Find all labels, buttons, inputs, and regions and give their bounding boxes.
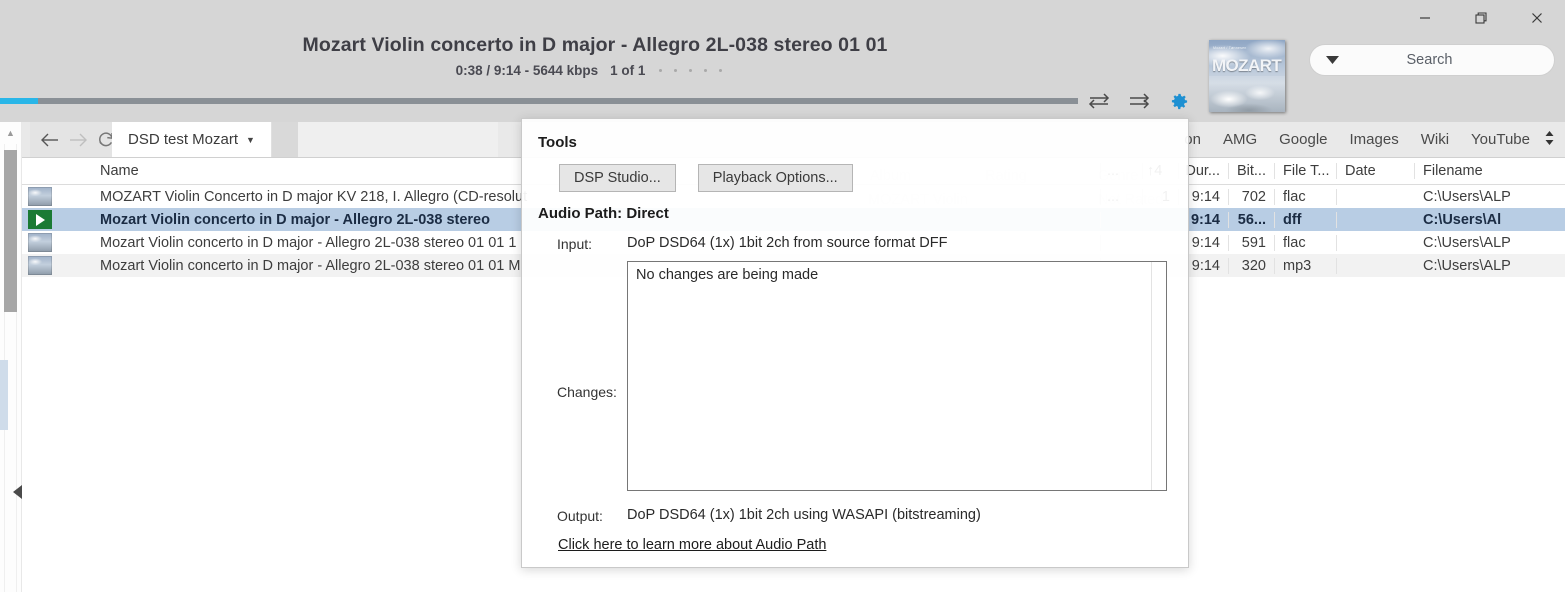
nav-link-wiki[interactable]: Wiki	[1421, 131, 1449, 148]
restore-icon	[1475, 12, 1487, 24]
column-header-filetype[interactable]: File T...	[1275, 163, 1337, 179]
playback-time: 0:38 / 9:14 - 5644 kbps	[455, 63, 599, 78]
row-thumbnail	[22, 187, 56, 206]
tab-strip: DSD test Mozart ▼	[112, 122, 498, 157]
row-filename: C:\Users\ALP	[1423, 257, 1511, 274]
tab-gap	[271, 122, 298, 157]
now-playing-header: Mozart Violin concerto in D major - Alle…	[0, 34, 1190, 78]
playback-options-button[interactable]: Playback Options...	[697, 164, 853, 192]
tools-dialog: Tools DSP Studio... Playback Options... …	[521, 118, 1189, 568]
album-thumbnail-icon	[28, 256, 52, 275]
shuffle-icon[interactable]	[1086, 90, 1112, 112]
row-filetype: flac	[1275, 188, 1337, 205]
search-input[interactable]: Search	[1339, 52, 1520, 68]
output-value: DoP DSD64 (1x) 1bit 2ch using WASAPI (bi…	[627, 507, 981, 523]
nav-link-images[interactable]: Images	[1350, 131, 1399, 148]
dsp-studio-button[interactable]: DSP Studio...	[559, 164, 676, 192]
gear-icon[interactable]	[1166, 90, 1192, 112]
row-filetype: mp3	[1275, 257, 1337, 274]
minimize-button[interactable]	[1397, 0, 1453, 36]
album-art-credit: Mozart / Tønnesen	[1213, 46, 1247, 50]
column-header-date[interactable]: Date	[1337, 163, 1415, 179]
tab-empty-area	[297, 122, 498, 157]
seek-bar[interactable]	[0, 98, 1078, 104]
changes-textarea[interactable]: No changes are being made	[627, 261, 1167, 491]
row-filename: C:\Users\ALP	[1423, 234, 1511, 251]
row-bitrate: 320	[1229, 257, 1275, 274]
scrollbar-thumb[interactable]	[4, 150, 17, 312]
input-value: DoP DSD64 (1x) 1bit 2ch from source form…	[627, 235, 948, 251]
audio-path-heading: Audio Path: Direct	[538, 205, 669, 222]
transport-controls	[1086, 90, 1192, 112]
row-thumbnail	[22, 256, 56, 275]
output-label: Output:	[557, 508, 603, 524]
album-thumbnail-icon	[28, 233, 52, 252]
chevron-down-icon[interactable]	[1326, 51, 1339, 69]
close-button[interactable]	[1509, 0, 1565, 36]
search-box[interactable]: Search	[1309, 44, 1555, 76]
column-header-bitrate[interactable]: Bit...	[1229, 163, 1275, 179]
nav-link-youtube[interactable]: YouTube	[1471, 131, 1530, 148]
now-playing-indicator-icon	[28, 210, 52, 229]
changes-label: Changes:	[557, 384, 617, 400]
row-thumbnail	[22, 233, 56, 252]
row-bitrate: 56...	[1229, 211, 1275, 228]
input-label: Input:	[557, 236, 593, 252]
nav-link-amg[interactable]: AMG	[1223, 131, 1257, 148]
tab-dsd-test-mozart[interactable]: DSD test Mozart ▼	[112, 122, 272, 157]
left-accent-band	[0, 360, 8, 430]
minimize-icon	[1420, 17, 1430, 19]
media-player-window: Mozart Violin concerto in D major - Alle…	[0, 0, 1565, 592]
seek-bar-fill	[0, 98, 38, 104]
scroll-up-icon[interactable]: ▲	[6, 128, 15, 138]
row-thumbnail	[22, 210, 56, 229]
nav-links: on AMG Google Images Wiki YouTube	[1184, 122, 1555, 157]
album-art-label: MOZART	[1212, 56, 1282, 75]
close-icon	[1532, 13, 1542, 23]
left-scrollbar[interactable]: ▲	[0, 122, 22, 592]
window-controls	[1397, 0, 1565, 36]
chevron-down-icon[interactable]: ▼	[246, 135, 255, 145]
row-bitrate: 591	[1229, 234, 1275, 251]
repeat-icon[interactable]	[1126, 90, 1152, 112]
rating-dots[interactable]	[659, 69, 734, 72]
forward-button[interactable]	[64, 123, 92, 157]
row-filename: C:\Users\Al	[1423, 211, 1502, 228]
audio-path-help-link[interactable]: Click here to learn more about Audio Pat…	[558, 537, 826, 553]
nav-link-google[interactable]: Google	[1279, 131, 1327, 148]
album-art[interactable]: Mozart / Tønnesen MOZART	[1209, 40, 1285, 112]
dialog-buttons: DSP Studio... Playback Options...	[559, 164, 853, 192]
row-filetype: dff	[1275, 211, 1337, 228]
column-header-filename[interactable]: Filename	[1415, 163, 1565, 179]
now-playing-subline: 0:38 / 9:14 - 5644 kbps 1 of 1	[0, 63, 1190, 78]
row-filetype: flac	[1275, 234, 1337, 251]
restore-button[interactable]	[1453, 0, 1509, 36]
changes-text: No changes are being made	[636, 267, 819, 283]
album-art-clouds	[1209, 76, 1285, 112]
updown-arrows-icon[interactable]	[1544, 130, 1555, 149]
collapse-panel-arrow-icon[interactable]	[13, 485, 22, 499]
dialog-title: Tools	[538, 134, 577, 151]
album-thumbnail-icon	[28, 187, 52, 206]
back-button[interactable]	[36, 123, 64, 157]
row-filename: C:\Users\ALP	[1423, 188, 1511, 205]
changes-scrollbar[interactable]	[1151, 262, 1166, 490]
track-position: 1 of 1	[610, 63, 646, 78]
now-playing-title: Mozart Violin concerto in D major - Alle…	[302, 34, 888, 56]
tab-label: DSD test Mozart	[128, 131, 239, 148]
row-bitrate: 702	[1229, 188, 1275, 205]
